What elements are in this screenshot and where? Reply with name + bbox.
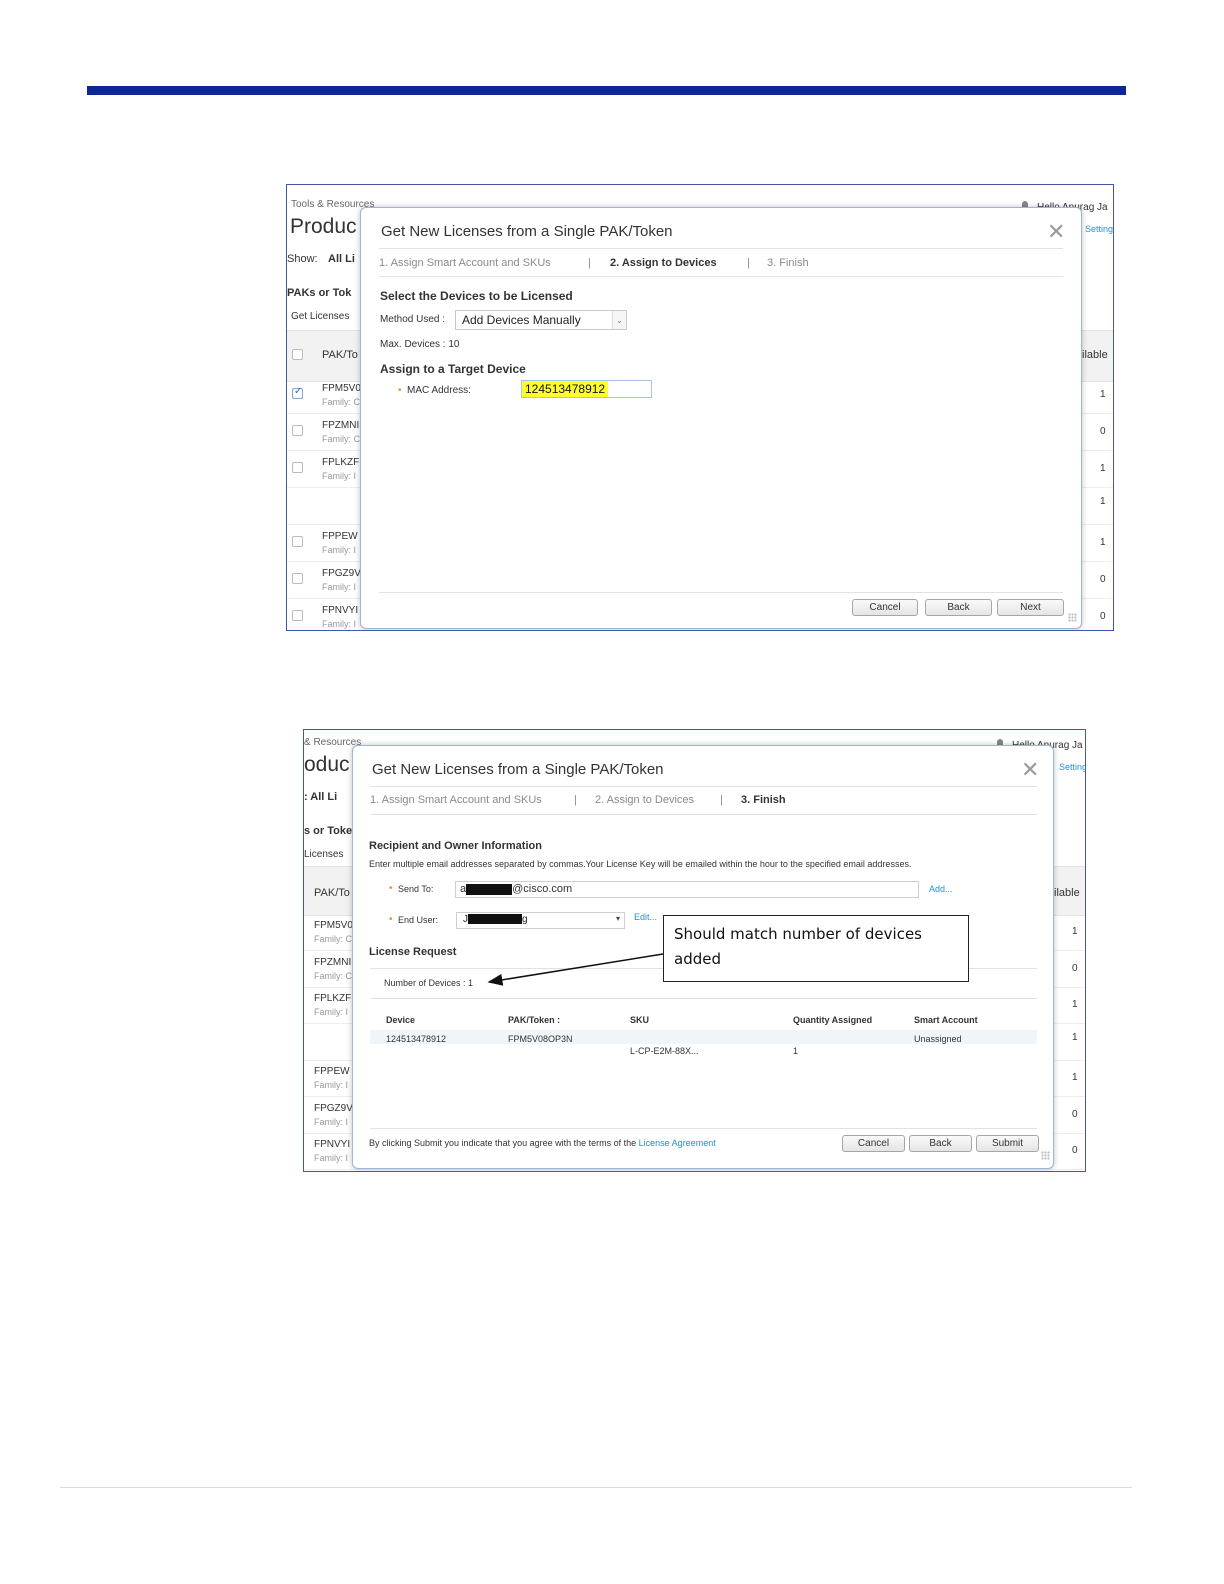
footer-rule [60, 1487, 1132, 1488]
annotation-arrow [487, 953, 664, 986]
